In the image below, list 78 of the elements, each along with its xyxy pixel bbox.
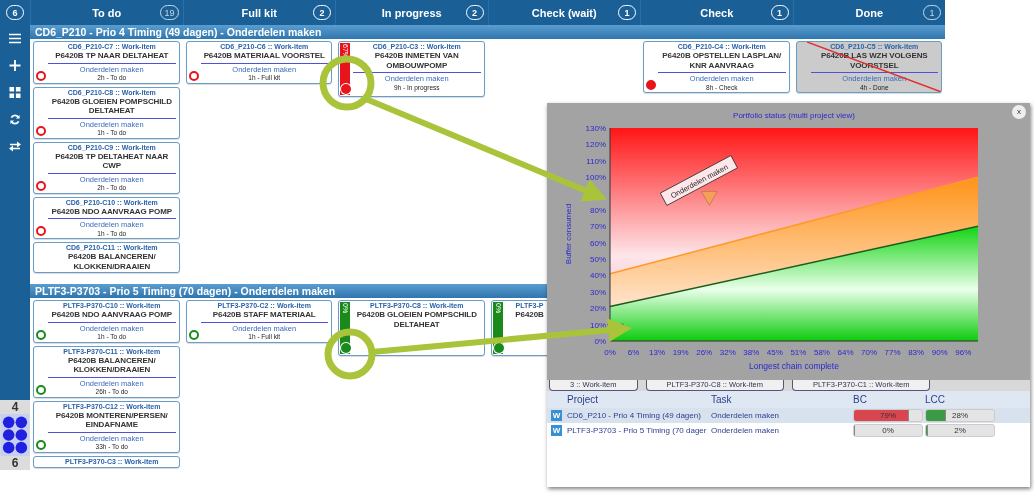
column-title: Full kit bbox=[241, 6, 277, 19]
card-title: P6420B BALANCEREN/ KLOKKEN/DRAAIEN bbox=[66, 252, 157, 271]
refresh-icon[interactable] bbox=[9, 114, 21, 125]
swap-icon[interactable] bbox=[9, 141, 21, 152]
chain-meter: 28% bbox=[925, 409, 995, 422]
lane-number: 6 bbox=[0, 456, 30, 470]
x-axis-title: Longest chain complete bbox=[749, 361, 839, 371]
x-tick-label: 83% bbox=[908, 348, 925, 357]
task-cell-text: Onderdelen maken bbox=[711, 426, 781, 435]
column-title: Done bbox=[855, 6, 883, 19]
y-tick-label: 120% bbox=[585, 140, 606, 150]
y-tick-label: 80% bbox=[590, 205, 606, 215]
swimlane-header: CD6_P210 - Prio 4 Timing (49 dagen) - Onderdelen maken bbox=[30, 25, 945, 39]
lane-number: 4 bbox=[0, 400, 30, 414]
project-cell-text: PLTF3-P3703 - Prio 5 Timing (70 dager bbox=[567, 426, 708, 435]
dots-icon[interactable] bbox=[1, 414, 29, 456]
card-title: P6420B GLOEIEN POMPSCHILD DELTAHEAT bbox=[355, 310, 478, 329]
column-title: To do bbox=[92, 6, 122, 19]
x-tick-label: 13% bbox=[649, 348, 666, 357]
card-title: P6420B MONTEREN/PERSEN/ EINDAFNAME bbox=[54, 410, 169, 430]
card-title: P6420B NDO AANVRAAG POMP bbox=[50, 310, 173, 320]
column-title: Check bbox=[700, 6, 734, 19]
x-tick-label: 45% bbox=[766, 348, 783, 357]
buffer-meter: 0% bbox=[853, 424, 923, 437]
x-tick-label: 58% bbox=[813, 348, 830, 357]
card-title: P6420B BALANCEREN/ KLOKKEN/DRAAIEN bbox=[66, 355, 157, 375]
table-row[interactable]: W CD6_P210 - Prio 4 Timing (49 dagen) Onderdelen maken 79% 28% bbox=[547, 408, 1030, 423]
x-tick-label: 77% bbox=[884, 348, 901, 357]
x-tick-label: 32% bbox=[719, 348, 736, 357]
menu-icon[interactable] bbox=[9, 33, 21, 44]
x-tick-label: 19% bbox=[672, 348, 689, 357]
y-axis-title: Buffer consumed bbox=[564, 203, 573, 265]
close-button[interactable]: x bbox=[1012, 105, 1026, 119]
column-header: Project bbox=[567, 394, 600, 405]
x-tick-label: 26% bbox=[696, 348, 713, 357]
card-title: P6420B bbox=[514, 310, 545, 320]
card-title: P6420B INMETEN VAN OMBOUWPOMP bbox=[373, 51, 460, 70]
x-tick-label: 38% bbox=[743, 348, 760, 357]
x-tick-label: 90% bbox=[931, 348, 948, 357]
x-tick-label: 51% bbox=[790, 348, 807, 357]
column-header: Task bbox=[711, 394, 733, 405]
buffer-meter: 79% bbox=[853, 409, 923, 422]
card-title: P6420B OPSTELLEN LASPLAN/ KNR AANVRAAG bbox=[661, 51, 783, 70]
y-tick-label: 130% bbox=[585, 124, 606, 133]
card-title: P6420B MATERIAAL VOORSTEL bbox=[202, 51, 326, 61]
column-title: In progress bbox=[381, 6, 442, 19]
x-tick-label: 64% bbox=[837, 348, 854, 357]
column-title: Check (wait) bbox=[531, 6, 597, 19]
y-tick-label: 10% bbox=[590, 320, 606, 330]
x-tick-label: 96% bbox=[955, 348, 972, 357]
y-tick-label: 20% bbox=[590, 304, 606, 314]
w-icon: W bbox=[551, 410, 562, 421]
project-cell-text: CD6_P210 - Prio 4 Timing (49 dagen) bbox=[567, 411, 702, 420]
column-header: BC bbox=[853, 394, 868, 405]
grid-icon[interactable] bbox=[9, 87, 21, 98]
y-tick-label: 100% bbox=[585, 173, 606, 183]
y-tick-label: 110% bbox=[586, 156, 606, 166]
plus-icon[interactable] bbox=[9, 60, 21, 71]
card-title: P6420B TP NAAR DELTAHEAT bbox=[54, 51, 170, 61]
card-title: P6420B NDO AANVRAAG POMP bbox=[50, 206, 173, 216]
w-icon: W bbox=[551, 425, 562, 436]
card-title: P6420B STAFF MATERIAAL bbox=[211, 310, 317, 320]
y-tick-label: 50% bbox=[590, 255, 606, 265]
y-tick-label: 70% bbox=[590, 222, 606, 232]
x-tick-label: 0% bbox=[604, 348, 616, 357]
x-tick-label: 6% bbox=[627, 348, 640, 357]
card-title: P6420B GLOEIEN POMPSCHILD DELTAHEAT bbox=[50, 96, 173, 116]
chart-title: Portfolio status (multi project view) bbox=[733, 111, 855, 120]
card-title: P6420B TP DELTAHEAT NAAR CWP bbox=[54, 151, 170, 171]
x-tick-label: 70% bbox=[861, 348, 878, 357]
y-tick-label: 0% bbox=[594, 337, 606, 346]
y-tick-label: 30% bbox=[590, 287, 606, 297]
table-row[interactable]: W PLTF3-P3703 - Prio 5 Timing (70 dager Onderdelen maken 0% 2% bbox=[547, 423, 1030, 438]
chain-meter: 2% bbox=[925, 424, 995, 437]
y-tick-label: 60% bbox=[590, 238, 606, 248]
y-tick-label: 40% bbox=[590, 271, 606, 281]
task-cell-text: Onderdelen maken bbox=[711, 411, 781, 420]
column-header: LCC bbox=[925, 394, 946, 405]
